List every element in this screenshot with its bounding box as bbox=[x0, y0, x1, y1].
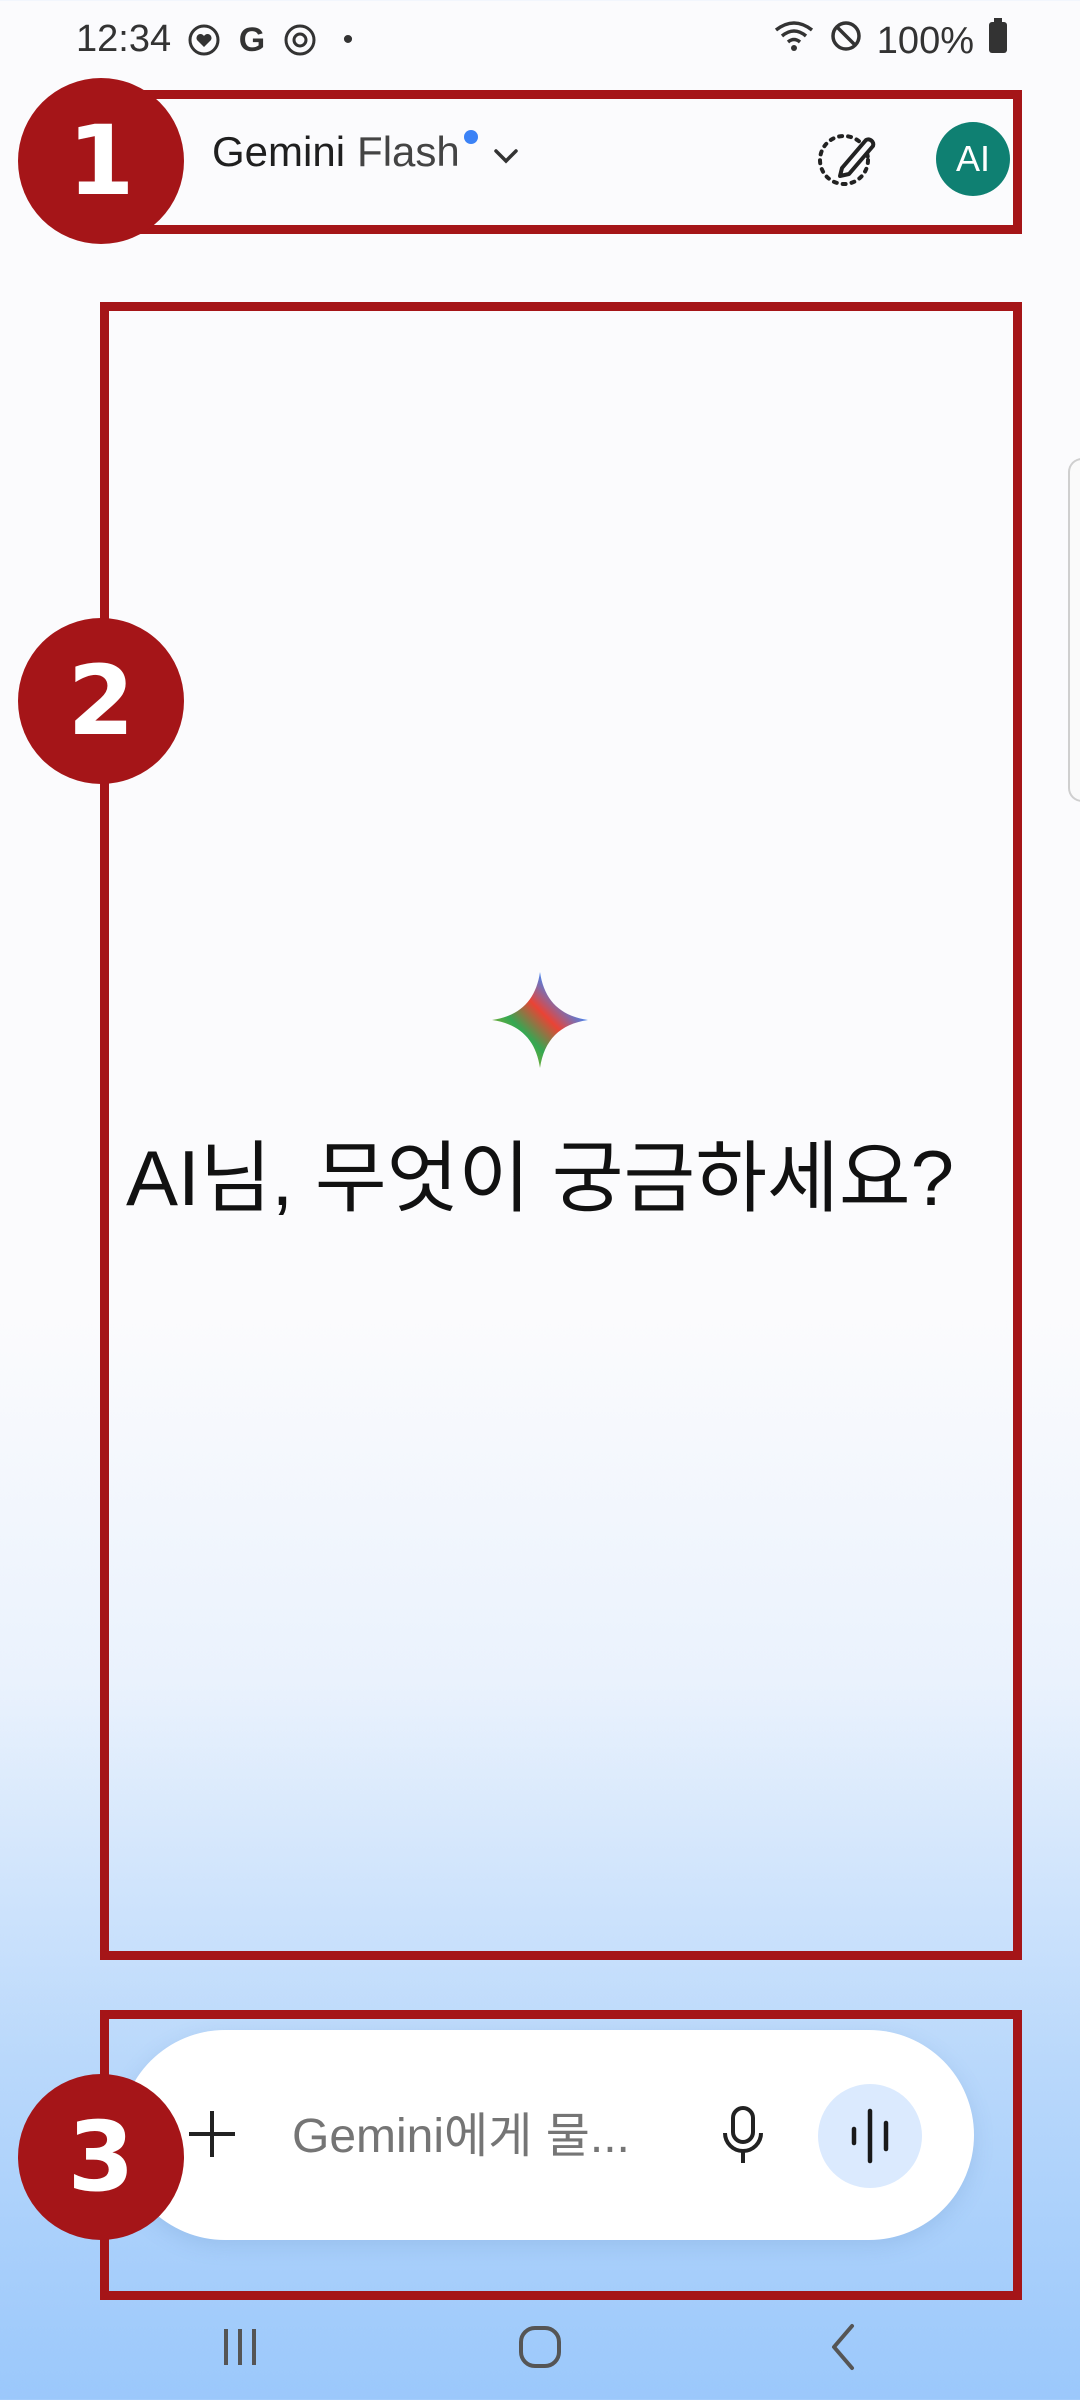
annotation-label-3: 3 bbox=[18, 2074, 184, 2240]
back-icon bbox=[832, 2324, 854, 2370]
status-system-icons: 100% bbox=[773, 18, 1008, 64]
home-icon bbox=[519, 2326, 561, 2368]
wifi-icon bbox=[773, 18, 815, 64]
system-nav-bar bbox=[0, 2296, 1080, 2400]
status-bar: 12:34 G • 100% bbox=[0, 0, 1080, 86]
battery-icon bbox=[988, 18, 1008, 64]
side-panel-handle[interactable] bbox=[1068, 458, 1080, 802]
annotation-box-2 bbox=[100, 302, 1022, 1960]
recent-apps-button[interactable] bbox=[200, 2312, 280, 2382]
annotation-label-2: 2 bbox=[18, 618, 184, 784]
sync-icon bbox=[282, 22, 318, 58]
back-button[interactable] bbox=[804, 2312, 884, 2382]
heart-icon bbox=[186, 22, 222, 58]
home-button[interactable] bbox=[500, 2312, 580, 2382]
dot-separator: • bbox=[342, 23, 354, 56]
do-not-disturb-icon bbox=[829, 19, 863, 63]
status-notification-icons: G • bbox=[186, 20, 366, 59]
battery-percent: 100% bbox=[876, 19, 974, 62]
annotation-box-1 bbox=[102, 90, 1022, 234]
status-time: 12:34 bbox=[76, 18, 172, 60]
annotation-label-1: 1 bbox=[18, 78, 184, 244]
recent-apps-icon bbox=[224, 2329, 256, 2365]
annotation-box-3 bbox=[100, 2010, 1022, 2300]
google-icon: G bbox=[238, 20, 266, 59]
